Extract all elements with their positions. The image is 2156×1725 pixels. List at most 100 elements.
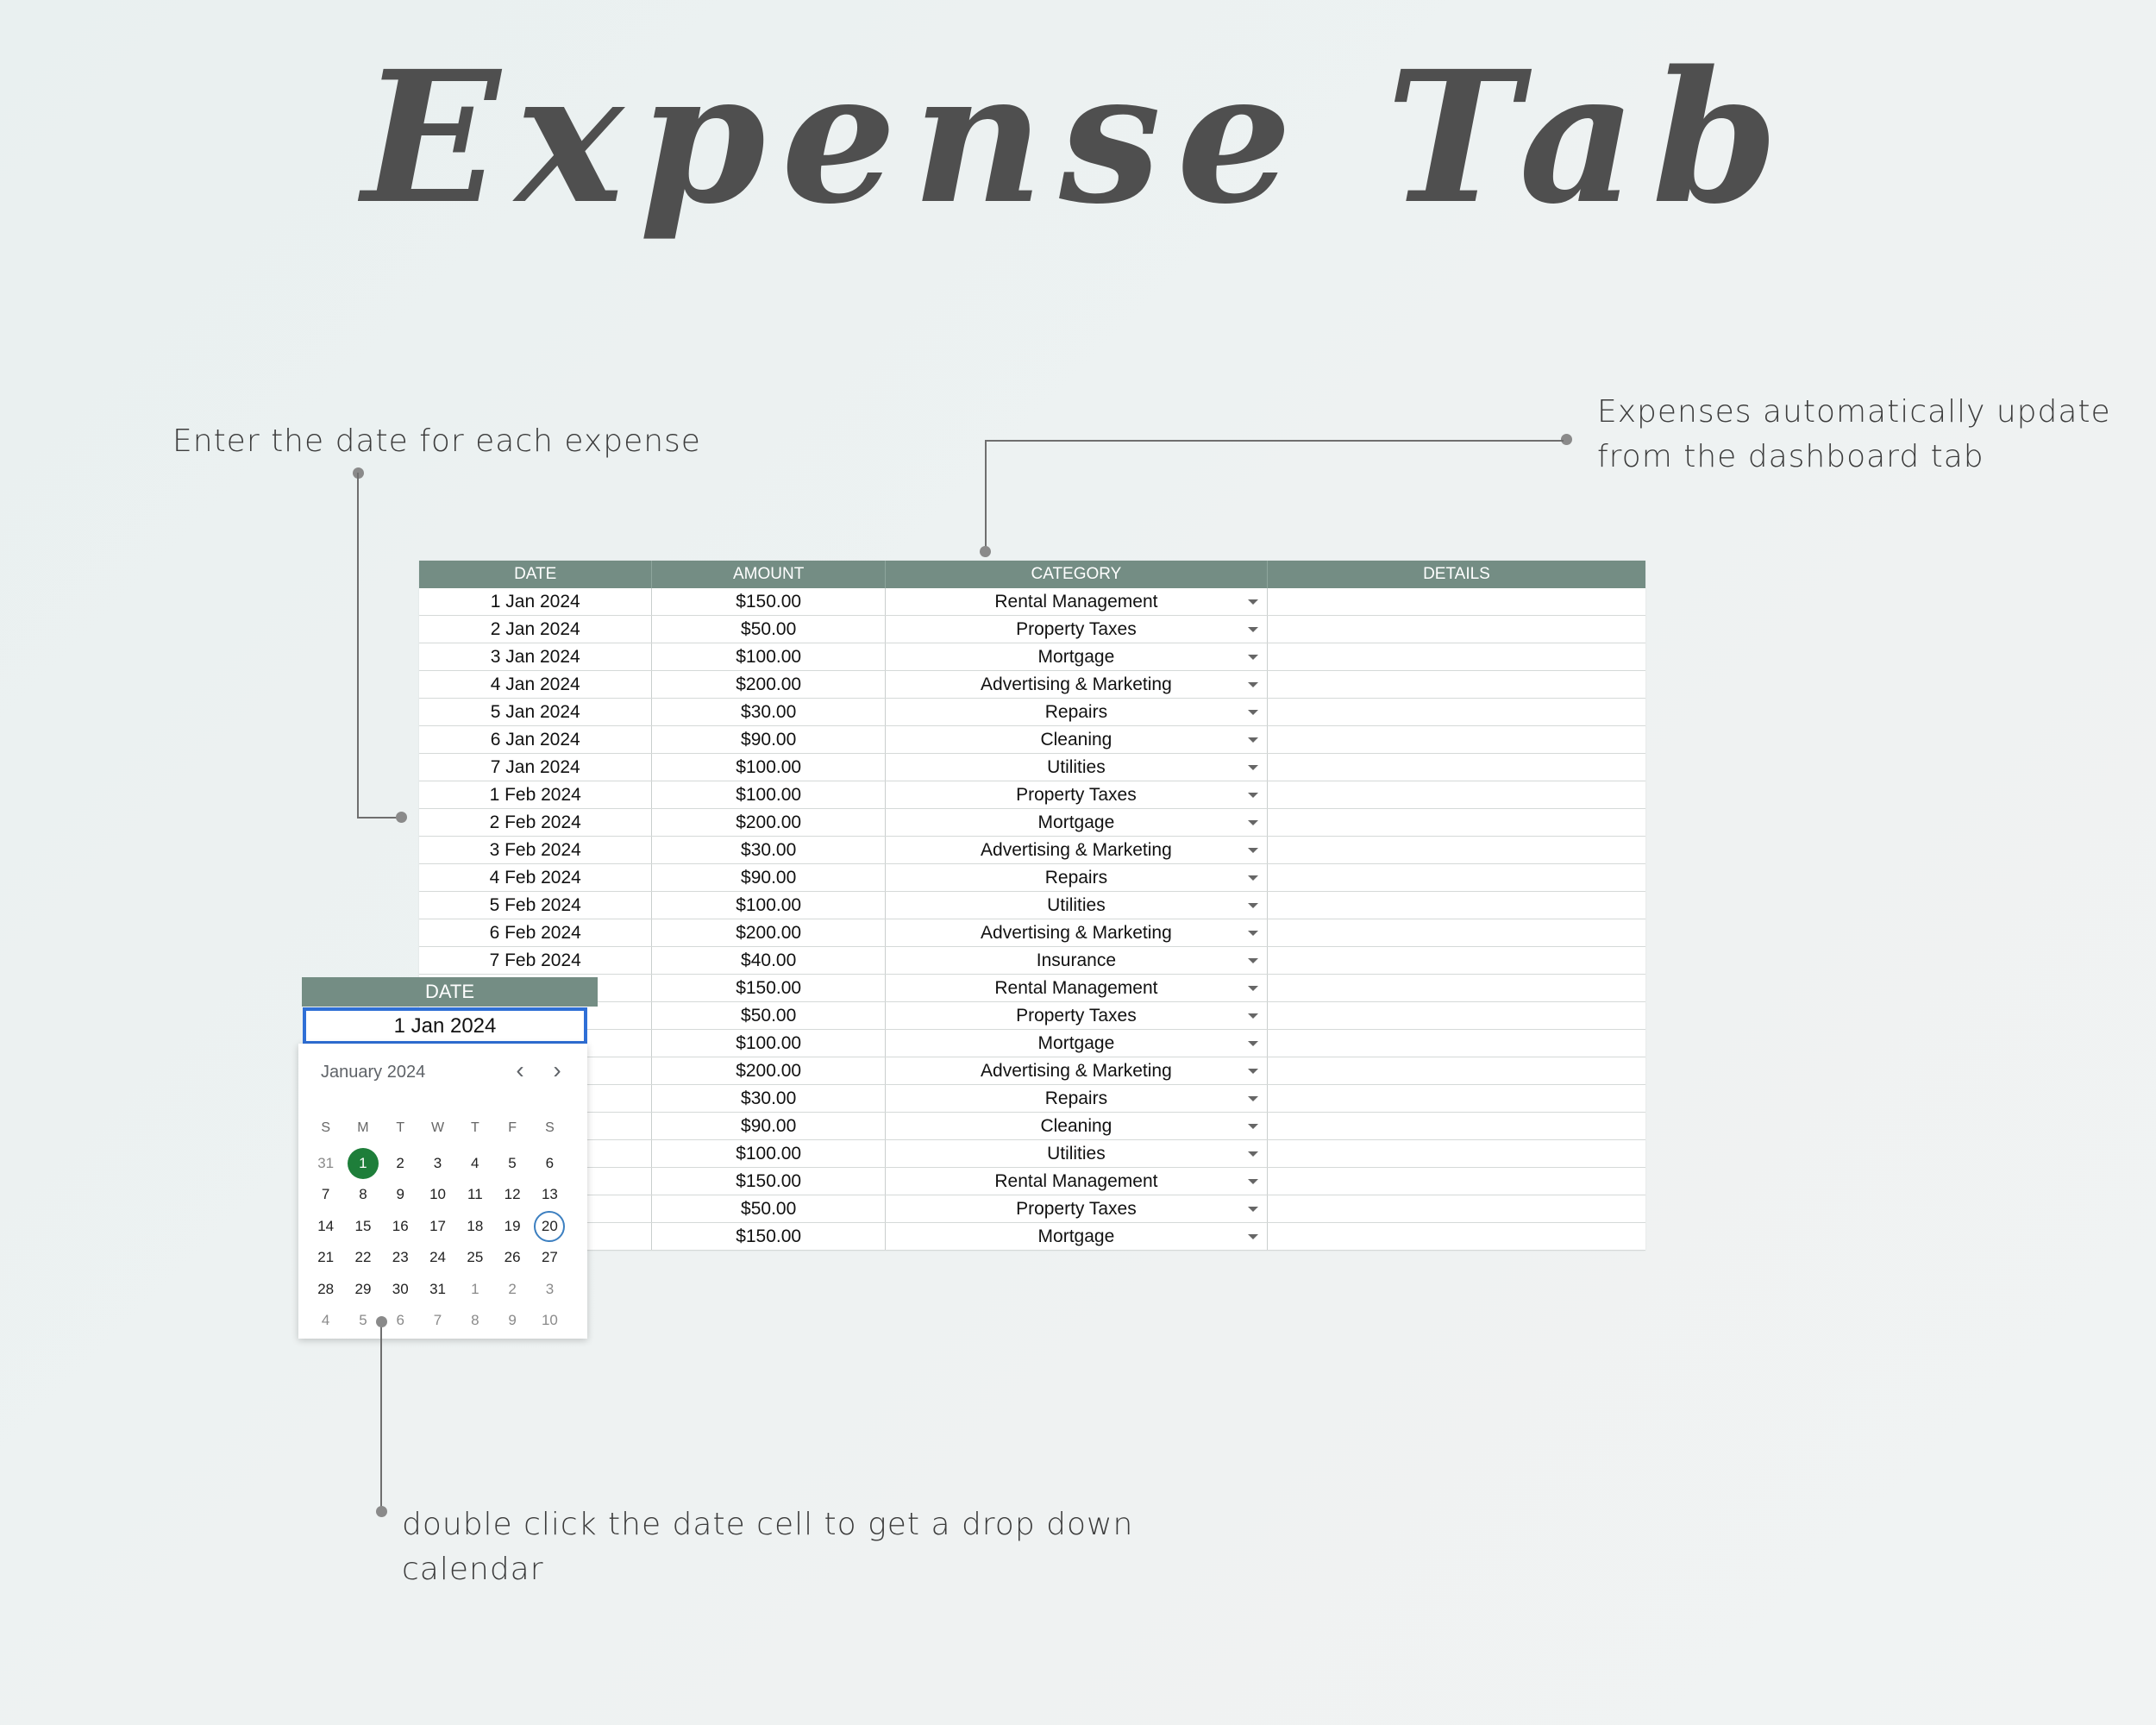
category-cell[interactable]: Advertising & Marketing xyxy=(886,919,1268,946)
calendar-day[interactable]: 29 xyxy=(344,1274,381,1306)
amount-cell[interactable]: $100.00 xyxy=(652,781,886,808)
calendar-day[interactable]: 3 xyxy=(531,1274,568,1306)
details-cell[interactable] xyxy=(1268,1085,1645,1112)
dropdown-caret-icon[interactable] xyxy=(1247,599,1258,605)
date-cell[interactable]: 5 Jan 2024 xyxy=(419,699,653,725)
category-cell[interactable]: Rental Management xyxy=(886,975,1268,1001)
calendar-day[interactable]: 24 xyxy=(419,1242,456,1274)
details-cell[interactable] xyxy=(1268,864,1645,891)
date-cell[interactable]: 7 Feb 2024 xyxy=(419,947,653,974)
details-cell[interactable] xyxy=(1268,726,1645,753)
date-cell[interactable]: 7 Jan 2024 xyxy=(419,754,653,781)
dropdown-caret-icon[interactable] xyxy=(1247,793,1258,798)
chevron-right-icon[interactable]: › xyxy=(542,1056,572,1085)
calendar-day[interactable]: 17 xyxy=(419,1211,456,1243)
dropdown-caret-icon[interactable] xyxy=(1247,1207,1258,1212)
calendar-day[interactable]: 28 xyxy=(307,1274,344,1306)
calendar-day[interactable]: 4 xyxy=(456,1148,493,1180)
amount-cell[interactable]: $30.00 xyxy=(652,699,886,725)
details-cell[interactable] xyxy=(1268,892,1645,919)
amount-cell[interactable]: $200.00 xyxy=(652,809,886,836)
calendar-day-selected[interactable]: 1 xyxy=(347,1147,379,1179)
calendar-day[interactable]: 1 xyxy=(456,1274,493,1306)
calendar-day[interactable]: 7 xyxy=(419,1305,456,1337)
details-cell[interactable] xyxy=(1268,1030,1645,1057)
amount-cell[interactable]: $40.00 xyxy=(652,947,886,974)
calendar-day[interactable]: 18 xyxy=(456,1211,493,1243)
category-cell[interactable]: Mortgage xyxy=(886,1030,1268,1057)
details-cell[interactable] xyxy=(1268,616,1645,643)
amount-cell[interactable]: $90.00 xyxy=(652,726,886,753)
details-cell[interactable] xyxy=(1268,919,1645,946)
amount-cell[interactable]: $100.00 xyxy=(652,754,886,781)
details-cell[interactable] xyxy=(1268,947,1645,974)
dropdown-caret-icon[interactable] xyxy=(1247,765,1258,770)
dropdown-caret-icon[interactable] xyxy=(1247,1234,1258,1239)
details-cell[interactable] xyxy=(1268,588,1645,615)
category-cell[interactable]: Property Taxes xyxy=(886,1002,1268,1029)
amount-cell[interactable]: $150.00 xyxy=(652,1168,886,1195)
amount-cell[interactable]: $100.00 xyxy=(652,1140,886,1167)
dropdown-caret-icon[interactable] xyxy=(1247,875,1258,881)
dropdown-caret-icon[interactable] xyxy=(1247,655,1258,660)
calendar-day[interactable]: 26 xyxy=(493,1242,530,1274)
amount-cell[interactable]: $90.00 xyxy=(652,1113,886,1139)
category-cell[interactable]: Mortgage xyxy=(886,643,1268,670)
calendar-day[interactable]: 19 xyxy=(493,1211,530,1243)
date-cell[interactable]: 5 Feb 2024 xyxy=(419,892,653,919)
date-cell[interactable]: 4 Jan 2024 xyxy=(419,671,653,698)
calendar-day[interactable]: 6 xyxy=(382,1305,419,1337)
dropdown-caret-icon[interactable] xyxy=(1247,820,1258,825)
details-cell[interactable] xyxy=(1268,809,1645,836)
amount-cell[interactable]: $200.00 xyxy=(652,919,886,946)
amount-cell[interactable]: $50.00 xyxy=(652,1002,886,1029)
details-cell[interactable] xyxy=(1268,1195,1645,1222)
calendar-day[interactable]: 30 xyxy=(382,1274,419,1306)
category-cell[interactable]: Repairs xyxy=(886,1085,1268,1112)
col-header-amount[interactable]: AMOUNT xyxy=(652,561,886,588)
amount-cell[interactable]: $100.00 xyxy=(652,1030,886,1057)
category-cell[interactable]: Property Taxes xyxy=(886,781,1268,808)
calendar-day[interactable]: 23 xyxy=(382,1242,419,1274)
calendar-day[interactable]: 7 xyxy=(307,1179,344,1211)
calendar-day[interactable]: 25 xyxy=(456,1242,493,1274)
date-cell[interactable]: 1 Feb 2024 xyxy=(419,781,653,808)
amount-cell[interactable]: $30.00 xyxy=(652,1085,886,1112)
details-cell[interactable] xyxy=(1268,754,1645,781)
amount-cell[interactable]: $150.00 xyxy=(652,975,886,1001)
amount-cell[interactable]: $30.00 xyxy=(652,837,886,863)
calendar-day[interactable]: 4 xyxy=(307,1305,344,1337)
calendar-day[interactable]: 31 xyxy=(419,1274,456,1306)
dropdown-caret-icon[interactable] xyxy=(1247,627,1258,632)
dropdown-caret-icon[interactable] xyxy=(1247,1096,1258,1101)
category-cell[interactable]: Advertising & Marketing xyxy=(886,671,1268,698)
category-cell[interactable]: Advertising & Marketing xyxy=(886,1057,1268,1084)
dropdown-caret-icon[interactable] xyxy=(1247,737,1258,743)
amount-cell[interactable]: $150.00 xyxy=(652,1223,886,1250)
category-cell[interactable]: Property Taxes xyxy=(886,616,1268,643)
active-date-cell[interactable]: 1 Jan 2024 xyxy=(303,1007,587,1044)
category-cell[interactable]: Utilities xyxy=(886,754,1268,781)
calendar-day[interactable]: 10 xyxy=(419,1179,456,1211)
category-cell[interactable]: Cleaning xyxy=(886,726,1268,753)
calendar-day[interactable]: 15 xyxy=(344,1211,381,1243)
details-cell[interactable] xyxy=(1268,1057,1645,1084)
calendar-day-today[interactable]: 20 xyxy=(534,1210,566,1242)
category-cell[interactable]: Property Taxes xyxy=(886,1195,1268,1222)
category-cell[interactable]: Cleaning xyxy=(886,1113,1268,1139)
col-header-category[interactable]: CATEGORY xyxy=(886,561,1268,588)
calendar-day[interactable]: 2 xyxy=(381,1148,418,1180)
details-cell[interactable] xyxy=(1268,1140,1645,1167)
dropdown-caret-icon[interactable] xyxy=(1247,931,1258,936)
category-cell[interactable]: Repairs xyxy=(886,864,1268,891)
details-cell[interactable] xyxy=(1268,1223,1645,1250)
amount-cell[interactable]: $50.00 xyxy=(652,1195,886,1222)
dropdown-caret-icon[interactable] xyxy=(1247,710,1258,715)
calendar-day[interactable]: 11 xyxy=(456,1179,493,1211)
calendar-day[interactable]: 3 xyxy=(419,1148,456,1180)
amount-cell[interactable]: $50.00 xyxy=(652,616,886,643)
date-cell[interactable]: 2 Jan 2024 xyxy=(419,616,653,643)
date-cell[interactable]: 6 Jan 2024 xyxy=(419,726,653,753)
category-cell[interactable]: Mortgage xyxy=(886,1223,1268,1250)
calendar-day[interactable]: 8 xyxy=(456,1305,493,1337)
